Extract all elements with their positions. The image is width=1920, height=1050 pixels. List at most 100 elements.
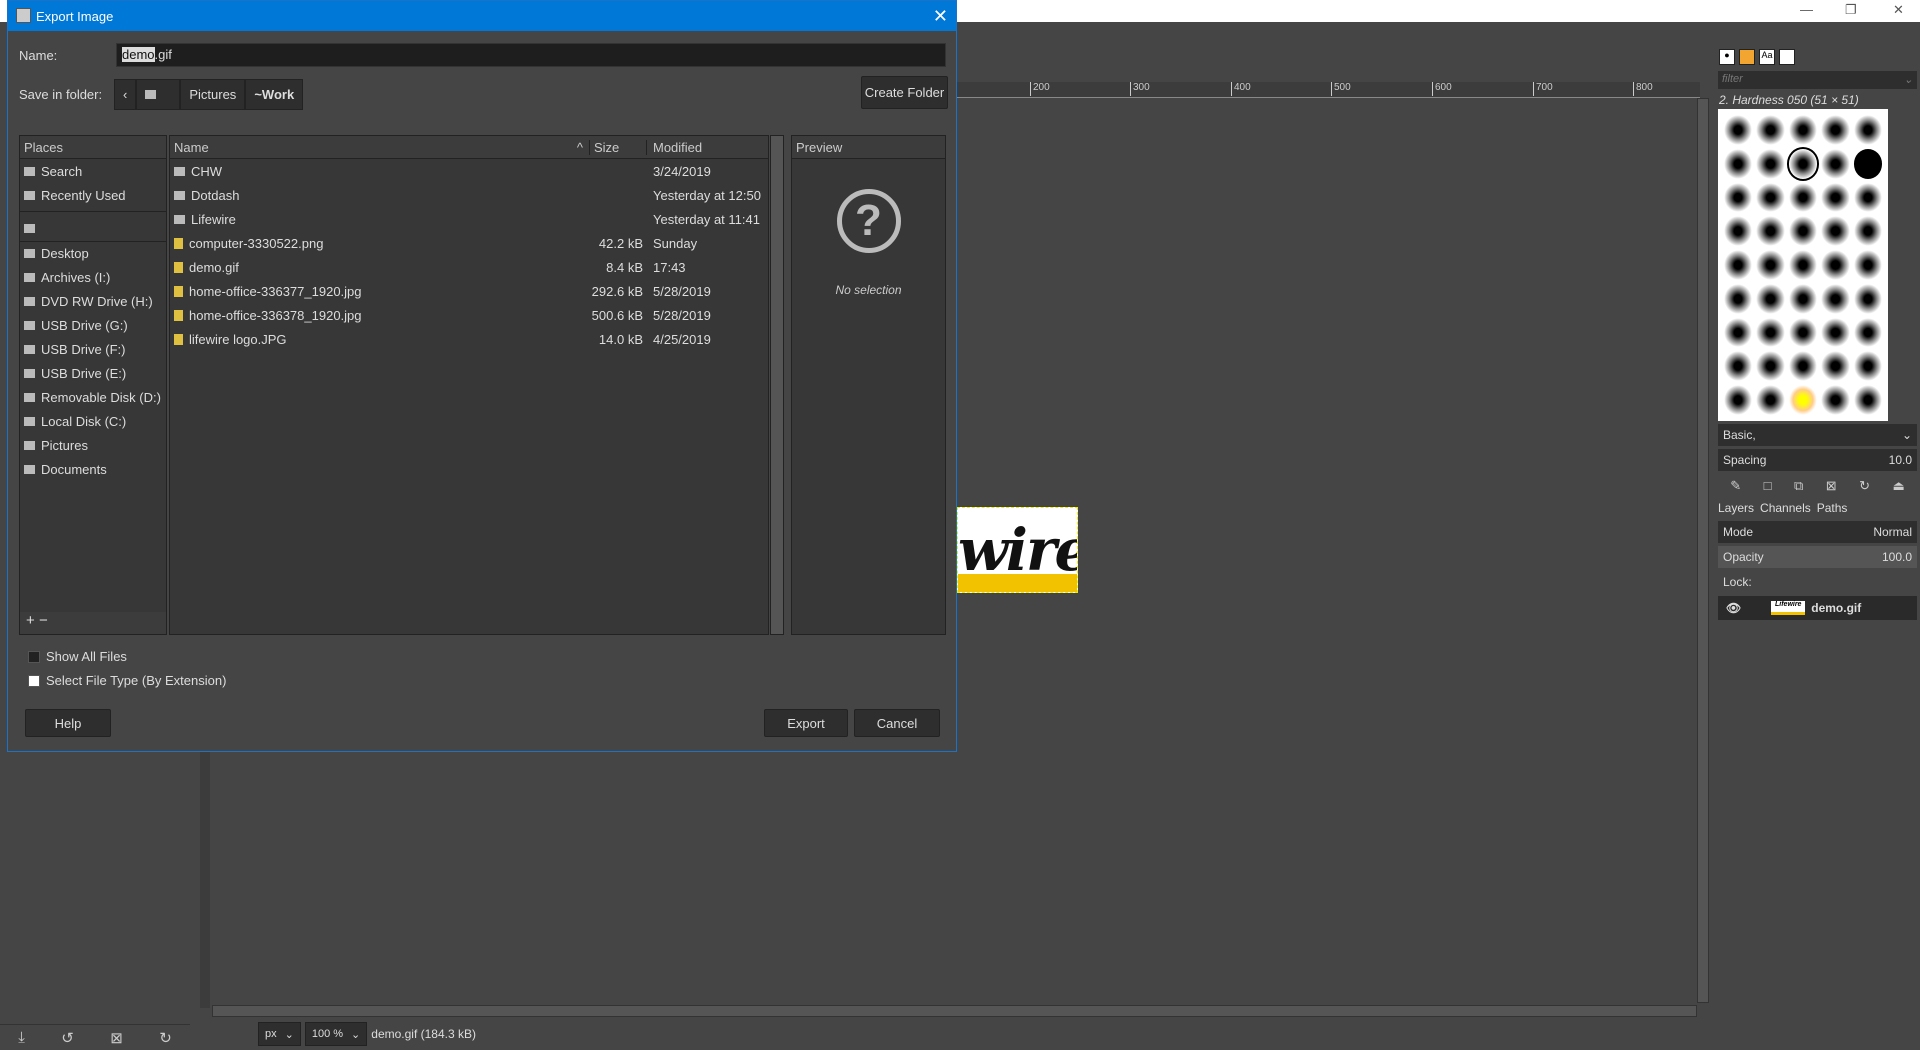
brushes-tab[interactable]: ● [1719,49,1735,65]
file-row[interactable]: CHW 3/24/2019 [170,159,768,183]
duplicate-icon[interactable]: ⧉ [1794,478,1803,494]
canvas-horizontal-scrollbar[interactable] [212,1005,1697,1017]
export-button[interactable]: Export [764,709,848,737]
place-icon [24,296,35,306]
ruler-label: 700 [1533,82,1553,96]
ruler-label: 400 [1231,82,1251,96]
file-name: CHW [191,163,223,179]
place-item[interactable]: Archives (I:) [20,265,166,289]
ruler-label: 300 [1130,82,1150,96]
file-row[interactable]: home-office-336377_1920.jpg 292.6 kB 5/28/… [170,279,768,303]
place-item[interactable]: Pictures [20,433,166,457]
cancel-button[interactable]: Cancel [854,709,940,737]
opacity-slider[interactable]: Opacity 100.0 [1718,546,1917,568]
edit-brush-icon[interactable]: ✎ [1730,478,1741,494]
save-tool-preset-icon[interactable]: ⤓ [18,1029,25,1046]
place-item[interactable]: Removable Disk (D:) [20,385,166,409]
file-row[interactable]: demo.gif 8.4 kB 17:43 [170,255,768,279]
restore-button[interactable]: ❐ [1845,2,1857,18]
crumb-pictures[interactable]: Pictures [180,79,246,110]
column-size[interactable]: Size [590,139,647,155]
places-header: Places [20,136,166,159]
expander-icon[interactable] [28,674,40,687]
place-icon [24,368,35,378]
chevron-down-icon: ⌄ [284,1028,294,1041]
place-icon [24,344,35,354]
eye-icon[interactable]: 👁 [1726,601,1741,615]
reset-icon[interactable]: ↻ [159,1029,172,1047]
ruler-label: 600 [1432,82,1452,96]
place-label: USB Drive (F:) [41,341,126,357]
place-item[interactable]: Search [20,159,166,183]
select-file-type-expander[interactable]: Select File Type (By Extension) [28,673,226,688]
preset-select[interactable]: Basic, ⌄ [1718,424,1917,446]
delete-icon[interactable]: ⊠ [1826,478,1837,494]
place-item[interactable]: USB Drive (G:) [20,313,166,337]
restore-icon[interactable]: ↺ [61,1029,74,1047]
file-name: computer-3330522.png [189,235,324,251]
file-row[interactable]: Dotdash Yesterday at 12:50 [170,183,768,207]
file-row[interactable]: lifewire logo.JPG 14.0 kB 4/25/2019 [170,327,768,351]
checkbox[interactable] [28,650,40,663]
file-row[interactable]: Lifewire Yesterday at 11:41 [170,207,768,231]
place-icon [24,392,35,402]
canvas-vertical-scrollbar[interactable] [1697,98,1709,1003]
spacing-value: 10.0 [1888,453,1912,467]
create-folder-button[interactable]: Create Folder [861,76,948,109]
preview-header: Preview [792,136,945,159]
place-icon [24,166,35,176]
add-place-button[interactable]: + [26,612,35,629]
refresh-icon[interactable]: ↻ [1859,478,1870,494]
zoom-select[interactable]: 100 % ⌄ [304,1022,368,1046]
back-button[interactable]: ‹ [114,79,137,110]
opacity-label: Opacity [1723,550,1764,564]
patterns-tab[interactable] [1739,49,1755,65]
help-button[interactable]: Help [25,709,111,737]
column-modified[interactable]: Modified [647,140,702,155]
brush-filter[interactable]: filter ⌄ [1718,71,1917,89]
documents-tab[interactable] [1779,49,1795,65]
remove-place-button[interactable]: − [39,612,48,629]
layer-row[interactable]: 👁 Lifewire demo.gif [1718,596,1917,620]
tab-paths[interactable]: Paths [1817,501,1848,515]
place-item[interactable]: DVD RW Drive (H:) [20,289,166,313]
brush-grid[interactable] [1718,109,1888,421]
place-item[interactable]: Documents [20,457,166,481]
open-icon[interactable]: ⏏ [1892,478,1904,494]
tab-channels[interactable]: Channels [1760,501,1811,515]
unit-select[interactable]: px ⌄ [258,1022,301,1046]
gimp-icon [16,8,31,23]
close-window-button[interactable]: ✕ [1893,2,1904,18]
status-file: demo.gif (184.3 kB) [371,1027,476,1041]
image-file-icon [174,309,183,321]
place-item[interactable]: Desktop [20,241,166,265]
crumb-home[interactable] [136,79,181,110]
file-list-scrollbar[interactable] [770,135,784,635]
mode-select[interactable]: Mode Normal [1718,521,1917,543]
place-icon [24,416,35,426]
place-label: Documents [41,461,107,477]
delete-icon[interactable]: ⊠ [110,1029,123,1047]
place-item[interactable]: USB Drive (E:) [20,361,166,385]
column-name-label: Name [174,139,209,155]
file-row[interactable]: computer-3330522.png 42.2 kB Sunday [170,231,768,255]
file-modified: Sunday [653,235,698,251]
place-item[interactable]: Recently Used [20,183,166,207]
place-item[interactable] [20,211,166,241]
canvas-image[interactable]: wire [957,507,1078,593]
spacing-slider[interactable]: Spacing 10.0 [1718,449,1917,471]
ruler-label: 800 [1633,82,1653,96]
new-brush-icon[interactable]: □ [1764,478,1772,494]
name-input[interactable]: demo.gif [116,43,946,67]
place-item[interactable]: USB Drive (F:) [20,337,166,361]
file-row[interactable]: home-office-336378_1920.jpg 500.6 kB 5/28/… [170,303,768,327]
crumb-work[interactable]: ~Work [245,79,304,110]
tab-layers[interactable]: Layers [1718,501,1754,515]
fonts-tab[interactable]: Aa [1759,49,1775,65]
close-icon[interactable]: ✕ [933,6,948,27]
column-name[interactable]: Name ^ [170,139,590,155]
place-item[interactable]: Local Disk (C:) [20,409,166,433]
minimize-button[interactable]: — [1800,2,1813,17]
folder-icon [174,190,185,200]
show-all-files-checkbox[interactable]: Show All Files [28,649,127,664]
